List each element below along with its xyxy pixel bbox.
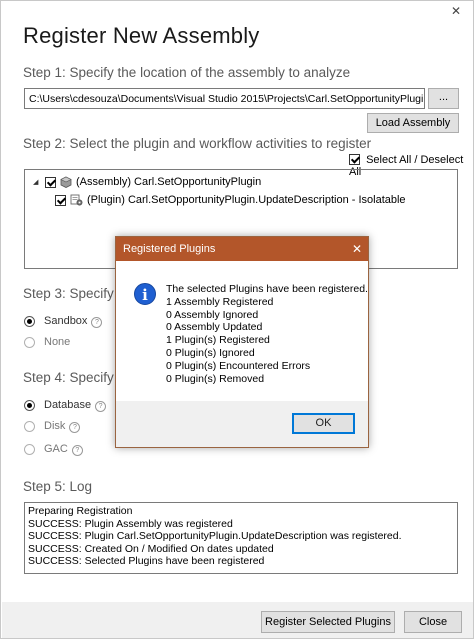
assembly-path-input[interactable]: C:\Users\cdesouza\Documents\Visual Studi…	[24, 88, 425, 109]
collapse-triangle-icon[interactable]: ◢	[33, 178, 41, 186]
tree-item-label: (Assembly) Carl.SetOpportunityPlugin	[76, 176, 262, 188]
log-output[interactable]: Preparing Registration SUCCESS: Plugin A…	[24, 502, 458, 574]
help-icon[interactable]: ?	[71, 445, 83, 456]
log-line: SUCCESS: Plugin Carl.SetOpportunityPlugi…	[28, 530, 402, 543]
window-close-icon[interactable]: ✕	[449, 4, 463, 18]
radio-none[interactable]: None	[24, 336, 70, 348]
page-title: Register New Assembly	[23, 23, 260, 48]
dialog-line: 0 Assembly Updated	[166, 321, 263, 334]
log-line: SUCCESS: Plugin Assembly was registered	[28, 517, 233, 530]
radio-none-label: None	[44, 336, 71, 348]
registered-plugins-dialog: Registered Plugins ✕ i The selected Plug…	[115, 236, 369, 448]
radio-gac-label: GAC	[44, 443, 68, 455]
log-line: Preparing Registration	[28, 505, 133, 517]
radio-database-label: Database	[44, 399, 92, 411]
plugin-icon	[70, 194, 83, 206]
browse-button[interactable]: ...	[428, 88, 459, 109]
log-line: SUCCESS: Selected Plugins have been regi…	[28, 555, 265, 568]
dialog-line: 0 Plugin(s) Removed	[166, 372, 265, 385]
radio-disk[interactable]: Disk?	[24, 420, 81, 433]
tree-item-assembly[interactable]: ◢ (Assembly) Carl.SetOpportunityPlugin	[33, 176, 261, 188]
radio-gac-dot[interactable]	[24, 444, 35, 455]
dialog-line: 1 Assembly Registered	[166, 295, 274, 308]
radio-none-dot[interactable]	[24, 336, 35, 348]
radio-database-dot[interactable]	[24, 400, 35, 411]
radio-gac[interactable]: GAC?	[24, 443, 83, 456]
select-all-check-icon	[349, 154, 360, 165]
step5-label: Step 5: Log	[23, 479, 93, 494]
radio-sandbox[interactable]: Sandbox?	[24, 315, 103, 328]
radio-sandbox-dot[interactable]	[24, 316, 35, 327]
load-assembly-button[interactable]: Load Assembly	[367, 113, 459, 133]
footer-bar: Register Selected Plugins Close	[2, 602, 473, 638]
log-line: SUCCESS: Created On / Modified On dates …	[28, 542, 274, 555]
close-button[interactable]: Close	[404, 611, 462, 633]
help-icon[interactable]: ?	[91, 317, 103, 328]
dialog-line: 0 Plugin(s) Ignored	[166, 346, 255, 359]
dialog-line: 1 Plugin(s) Registered	[166, 334, 270, 347]
dialog-line: 0 Assembly Ignored	[166, 308, 259, 321]
radio-database[interactable]: Database?	[24, 399, 107, 412]
step2-label: Step 2: Select the plugin and workflow a…	[23, 136, 372, 151]
assembly-checkbox[interactable]	[45, 176, 56, 188]
info-icon: i	[134, 283, 156, 305]
dialog-line: 0 Plugin(s) Encountered Errors	[166, 359, 311, 372]
dialog-title-bar: Registered Plugins ✕	[116, 237, 368, 261]
plugin-checkbox[interactable]	[55, 194, 66, 206]
tree-item-label: (Plugin) Carl.SetOpportunityPlugin.Updat…	[87, 194, 406, 206]
dialog-message: The selected Plugins have been registere…	[166, 283, 368, 385]
register-selected-plugins-button[interactable]: Register Selected Plugins	[261, 611, 395, 633]
ok-button[interactable]: OK	[292, 413, 355, 434]
help-icon[interactable]: ?	[95, 401, 107, 412]
radio-disk-dot[interactable]	[24, 421, 35, 432]
help-icon[interactable]: ?	[69, 422, 81, 433]
radio-sandbox-label: Sandbox	[44, 315, 88, 327]
step1-label: Step 1: Specify the location of the asse…	[23, 65, 351, 80]
dialog-footer: OK	[116, 401, 368, 447]
radio-disk-label: Disk	[44, 420, 66, 432]
dialog-close-icon[interactable]: ✕	[352, 237, 362, 261]
dialog-line: The selected Plugins have been registere…	[166, 283, 368, 295]
tree-item-plugin[interactable]: (Plugin) Carl.SetOpportunityPlugin.Updat…	[55, 194, 406, 206]
dialog-title: Registered Plugins	[123, 243, 216, 255]
assembly-icon	[60, 176, 72, 188]
